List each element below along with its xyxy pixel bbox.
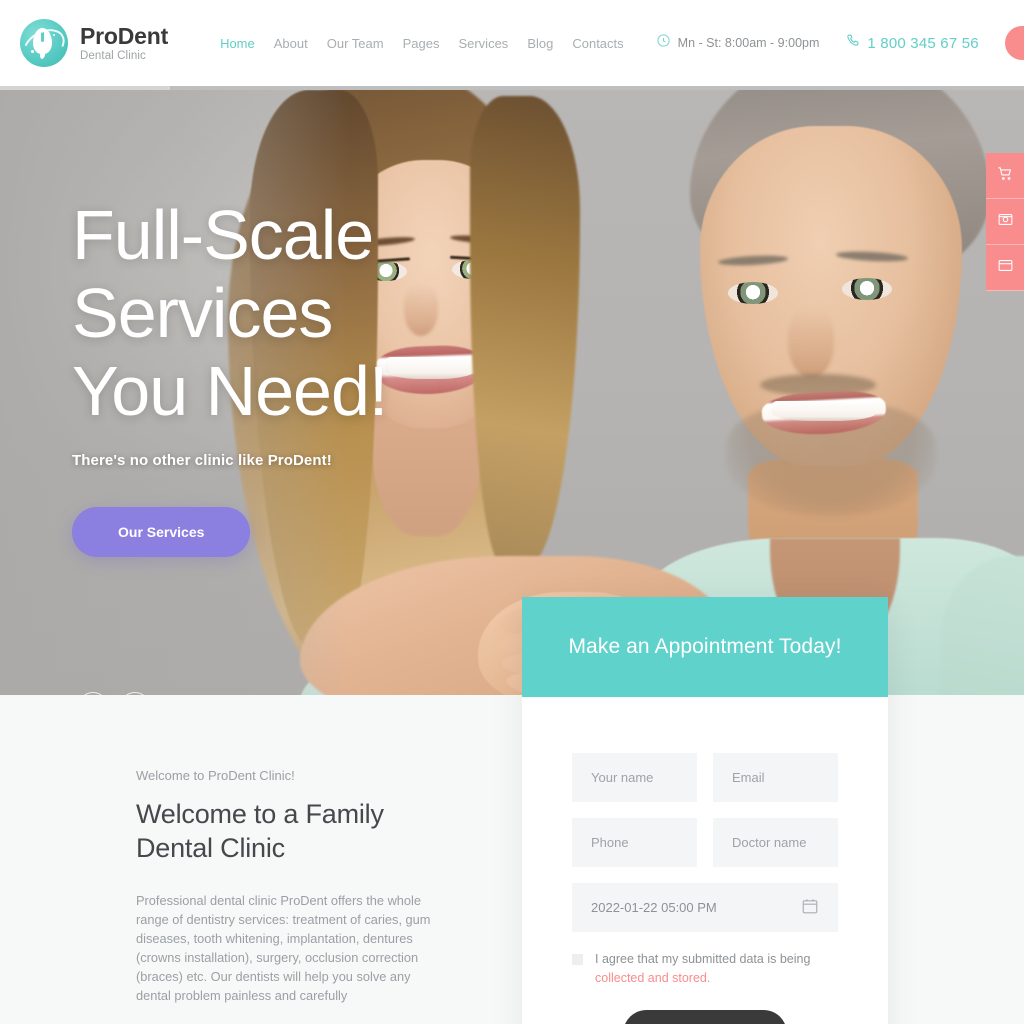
slider-controls: ‹ ›: [78, 692, 150, 695]
phone-contact[interactable]: 1 800 345 67 56: [845, 33, 979, 53]
main-navigation: Home About Our Team Pages Services Blog …: [220, 36, 624, 51]
our-services-button[interactable]: Our Services: [72, 507, 251, 557]
consent-label: I agree that my submitted data is being: [595, 952, 811, 966]
name-input[interactable]: Your name: [572, 753, 697, 802]
nav-item-pages[interactable]: Pages: [403, 36, 440, 51]
appointment-form-body: Your name Email Phone Doctor name 2022-0…: [522, 697, 888, 1024]
hero-title-line-3: You Need!: [72, 352, 388, 430]
consent-policy-link[interactable]: collected and stored.: [595, 971, 710, 985]
welcome-eyebrow: Welcome to ProDent Clinic!: [136, 768, 295, 783]
doctor-name-input[interactable]: Doctor name: [713, 818, 838, 867]
nav-item-services[interactable]: Services: [458, 36, 508, 51]
hero-title-line-1: Full-Scale: [72, 196, 374, 274]
clock-icon: [656, 33, 671, 53]
page-root: ProDent Dental Clinic Home About Our Tea…: [0, 0, 1024, 1024]
submit-row: Submit form: [572, 1010, 838, 1024]
welcome-section: Welcome to ProDent Clinic! Welcome to a …: [136, 768, 436, 1005]
slider-next-icon[interactable]: ›: [120, 692, 150, 695]
calendar-icon[interactable]: [801, 897, 819, 918]
window-icon: [997, 257, 1014, 279]
nav-item-about[interactable]: About: [274, 36, 308, 51]
scroll-progress-bar: [0, 86, 1024, 90]
side-tab-window[interactable]: [986, 245, 1024, 291]
shopping-cart-icon: [997, 165, 1014, 187]
phone-number[interactable]: 1 800 345 67 56: [867, 35, 978, 52]
nav-item-blog[interactable]: Blog: [527, 36, 553, 51]
slider-prev-icon[interactable]: ‹: [78, 692, 108, 695]
hero-title: Full-Scale Services You Need!: [72, 196, 388, 430]
orbit-swoosh: [20, 22, 68, 67]
phone-input[interactable]: Phone: [572, 818, 697, 867]
scroll-progress-fill: [0, 86, 170, 90]
sparkle-dot: [31, 50, 34, 53]
hero-subtitle: There's no other clinic like ProDent!: [72, 452, 332, 469]
welcome-title: Welcome to a Family Dental Clinic: [136, 799, 384, 863]
welcome-body: Professional dental clinic ProDent offer…: [136, 893, 431, 1003]
side-tab-gallery[interactable]: [986, 199, 1024, 245]
consent-row: I agree that my submitted data is being …: [572, 950, 838, 988]
side-tab-rail: [986, 153, 1024, 291]
brand-text: ProDent Dental Clinic: [80, 24, 168, 62]
appointment-form-title: Make an Appointment Today!: [568, 635, 842, 658]
appointment-form-card: Make an Appointment Today! Your name Ema…: [522, 597, 888, 1024]
brand-tagline: Dental Clinic: [80, 50, 146, 63]
working-hours: Mn - St: 8:00am - 9:00pm: [656, 33, 820, 53]
form-row-1: Your name Email: [572, 753, 838, 802]
consent-checkbox[interactable]: [572, 954, 583, 965]
site-header: ProDent Dental Clinic Home About Our Tea…: [0, 0, 1024, 86]
brand-logo[interactable]: ProDent Dental Clinic: [20, 19, 168, 67]
datetime-input[interactable]: 2022-01-22 05:00 PM: [572, 883, 838, 932]
image-frame-icon: [997, 211, 1014, 233]
form-row-2: Phone Doctor name: [572, 818, 838, 867]
submit-form-button[interactable]: Submit form: [622, 1010, 788, 1024]
nav-item-contacts[interactable]: Contacts: [572, 36, 623, 51]
consent-text: I agree that my submitted data is being …: [595, 950, 838, 988]
hours-text: Mn - St: 8:00am - 9:00pm: [677, 36, 820, 50]
hero-title-line-2: Services: [72, 274, 333, 352]
datetime-value: 2022-01-22 05:00 PM: [591, 900, 717, 915]
tooth-logo-icon: [20, 19, 68, 67]
email-input[interactable]: Email: [713, 753, 838, 802]
appointment-form-header: Make an Appointment Today!: [522, 597, 888, 697]
sparkle-dot: [53, 34, 55, 36]
phone-icon: [845, 33, 860, 53]
nav-item-our-team[interactable]: Our Team: [327, 36, 384, 51]
brand-name: ProDent: [80, 22, 169, 49]
nav-item-home[interactable]: Home: [220, 36, 255, 51]
appointment-button[interactable]: Appointment: [1004, 26, 1024, 60]
side-tab-cart[interactable]: [986, 153, 1024, 199]
hero-copy: Full-Scale Services You Need! There's no…: [72, 196, 388, 557]
